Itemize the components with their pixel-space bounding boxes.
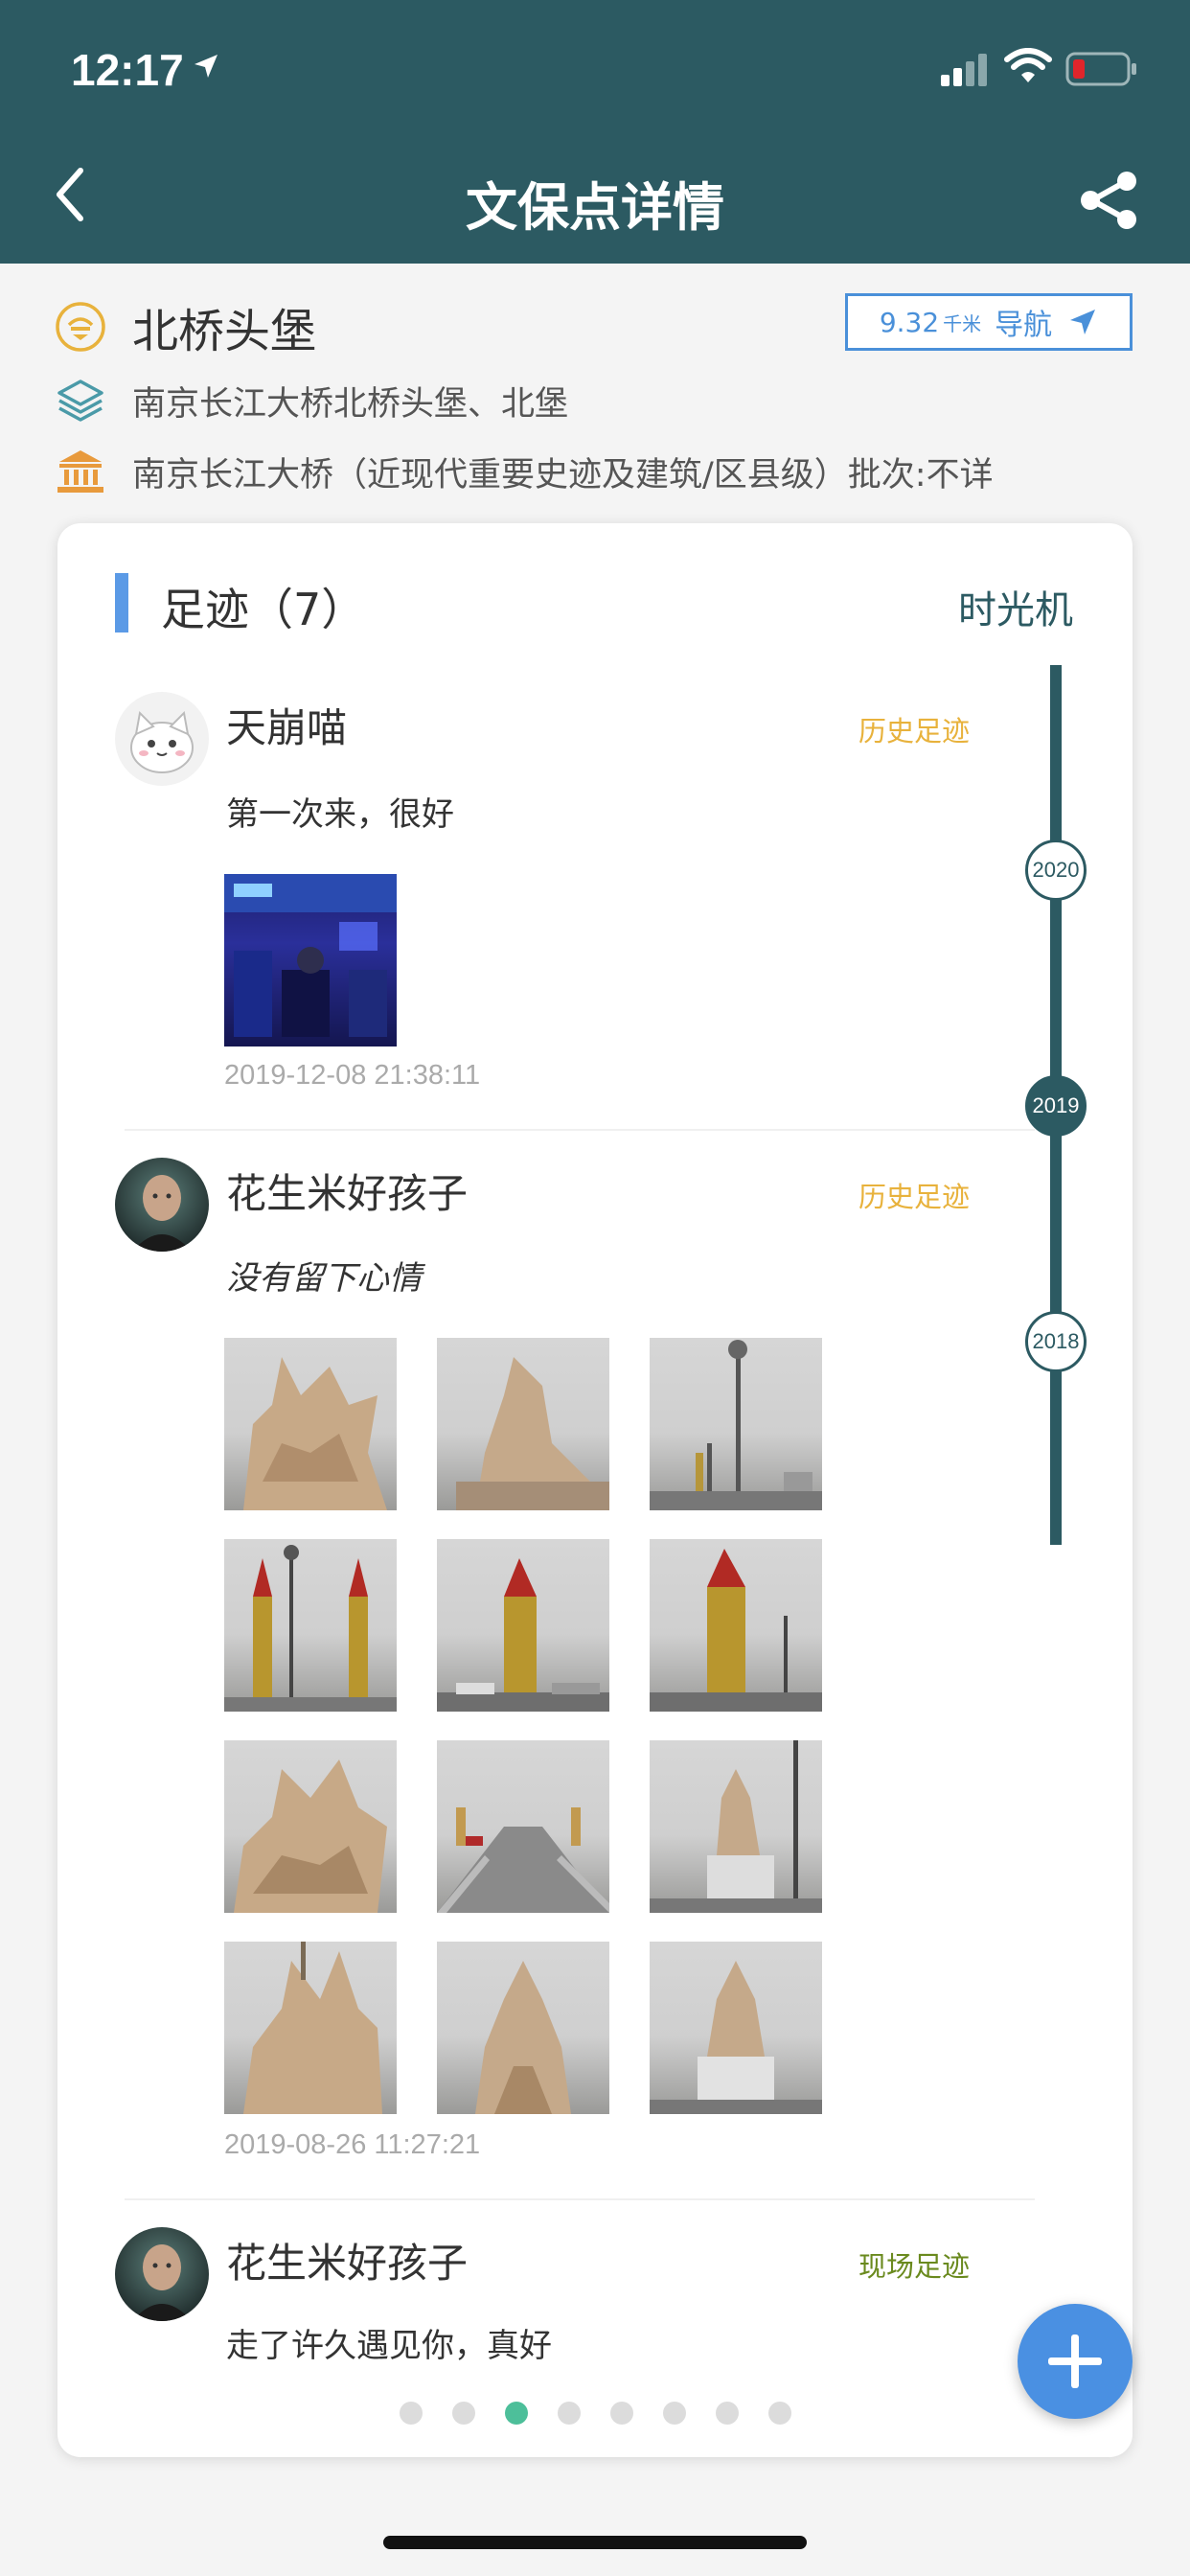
timeline-year-2018[interactable]: 2018 [1025, 1311, 1087, 1372]
navigation-arrow-icon [1070, 310, 1096, 334]
entry-photo[interactable] [437, 1338, 609, 1510]
entry-date: 2019-08-26 11:27:21 [224, 2129, 481, 2160]
page-dot[interactable] [557, 2402, 581, 2425]
site-badge-icon [54, 300, 107, 354]
entry-photo[interactable] [224, 1338, 397, 1510]
navigate-label: 导航 [995, 309, 1053, 342]
entry-divider [125, 2198, 1035, 2200]
page-dot[interactable] [767, 2402, 791, 2425]
avatar[interactable] [115, 2227, 209, 2321]
entry-photo[interactable] [650, 1539, 822, 1712]
entry-photo[interactable] [437, 1942, 609, 2114]
entry-photo[interactable] [650, 1338, 822, 1510]
site-alias-row: 南京长江大桥北桥头堡、北堡 [54, 374, 568, 427]
entry-photo[interactable] [224, 1539, 397, 1712]
entry-tag: 历史足迹 [858, 715, 971, 748]
app-header: 12:17 文保点详情 [0, 0, 1190, 264]
site-name-row: 北桥头堡 [54, 293, 316, 360]
entry-photo[interactable] [224, 1942, 397, 2114]
navigate-button[interactable]: 9.32 千米 导航 [845, 293, 1133, 351]
footprints-card: 足迹（7） 时光机 2020 2019 2018 天崩喵 历史足迹 第一次来，很… [57, 523, 1133, 2457]
entry-photo[interactable] [437, 1740, 609, 1913]
timeline-year-2019[interactable]: 2019 [1025, 1075, 1087, 1137]
entry-photo[interactable] [224, 874, 397, 1046]
entry-author[interactable]: 花生米好孩子 [226, 2231, 468, 2289]
site-name: 北桥头堡 [132, 305, 317, 358]
entry-text: 走了许久遇见你，真好 [226, 2327, 552, 2365]
page-dot-active[interactable] [504, 2402, 528, 2425]
page-dot[interactable] [399, 2402, 423, 2425]
site-heritage-row: 南京长江大桥（近现代重要史迹及建筑/区县级）批次:不详 [54, 445, 994, 498]
entry-author[interactable]: 花生米好孩子 [226, 1162, 468, 1220]
page-title: 文保点详情 [466, 177, 724, 238]
time-machine-link[interactable]: 时光机 [958, 579, 1073, 634]
layers-icon [54, 374, 107, 427]
status-time: 12:17 [71, 45, 184, 95]
site-heritage: 南京长江大桥（近现代重要史迹及建筑/区县级）批次:不详 [132, 455, 994, 494]
entry-tag: 历史足迹 [858, 1181, 971, 1213]
share-icon[interactable] [1079, 171, 1138, 230]
entry-photo[interactable] [650, 1740, 822, 1913]
site-alias: 南京长江大桥北桥头堡、北堡 [132, 384, 569, 424]
home-indicator[interactable] [383, 2536, 807, 2549]
distance-value: 9.32 [879, 306, 940, 338]
footprints-title: 足迹（7） [161, 584, 366, 635]
add-footprint-button[interactable] [1018, 2304, 1133, 2419]
timeline-year-2020[interactable]: 2020 [1025, 840, 1087, 901]
location-arrow-icon [195, 55, 217, 78]
plus-icon [1048, 2334, 1102, 2388]
entry-author[interactable]: 天崩喵 [226, 696, 347, 754]
avatar[interactable] [115, 692, 209, 786]
entry-divider [125, 1129, 1035, 1131]
page-dot[interactable] [715, 2402, 739, 2425]
section-accent-bar [115, 573, 128, 632]
wifi-icon [1004, 48, 1052, 82]
entry-text: 没有留下心情 [226, 1259, 422, 1298]
museum-icon [54, 445, 107, 498]
avatar[interactable] [115, 1158, 209, 1252]
entry-text: 第一次来，很好 [226, 795, 454, 834]
entry-photo[interactable] [437, 1539, 609, 1712]
page-dot[interactable] [609, 2402, 633, 2425]
entry-photo[interactable] [224, 1740, 397, 1913]
pagination-dots [57, 2402, 1133, 2425]
signal-icon [941, 54, 987, 86]
distance-unit: 千米 [943, 311, 982, 335]
entry-date: 2019-12-08 21:38:11 [224, 1060, 481, 1091]
entry-photo[interactable] [650, 1942, 822, 2114]
entry-tag: 现场足迹 [858, 2250, 971, 2283]
page-dot[interactable] [662, 2402, 686, 2425]
page-dot[interactable] [451, 2402, 475, 2425]
battery-icon [1065, 52, 1136, 86]
